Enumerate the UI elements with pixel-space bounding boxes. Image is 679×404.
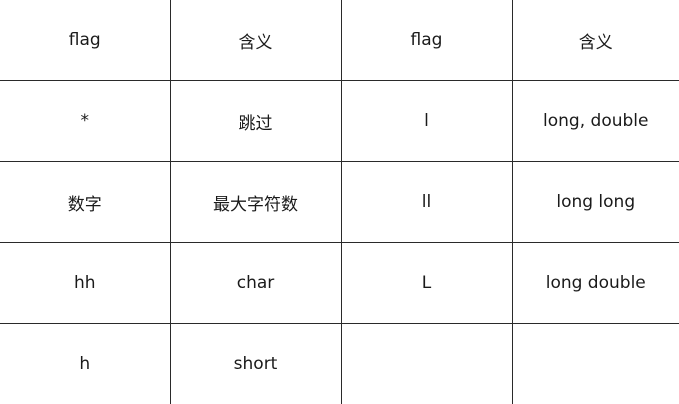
- table-header-row: flag 含义 flag 含义: [0, 0, 679, 81]
- table-row: hh char L long double: [0, 243, 679, 324]
- table-cell-empty: [341, 324, 512, 404]
- flag-table: flag 含义 flag 含义 * 跳过 l long, double 数字 最…: [0, 0, 679, 404]
- table-cell: h: [0, 324, 170, 404]
- table-cell-empty: [512, 324, 679, 404]
- table-cell: hh: [0, 243, 170, 324]
- table-row: * 跳过 l long, double: [0, 81, 679, 162]
- table-cell: short: [170, 324, 341, 404]
- table-cell: 数字: [0, 162, 170, 243]
- table-cell: long, double: [512, 81, 679, 162]
- table-cell: long double: [512, 243, 679, 324]
- table-row: h short: [0, 324, 679, 404]
- table-row: 数字 最大字符数 ll long long: [0, 162, 679, 243]
- table-cell: 最大字符数: [170, 162, 341, 243]
- table-cell: long long: [512, 162, 679, 243]
- table-cell: char: [170, 243, 341, 324]
- header-cell-flag: flag: [341, 0, 512, 81]
- header-cell-meaning: 含义: [512, 0, 679, 81]
- table-cell: 跳过: [170, 81, 341, 162]
- header-cell-meaning: 含义: [170, 0, 341, 81]
- table-cell: L: [341, 243, 512, 324]
- table-cell: ll: [341, 162, 512, 243]
- header-cell-flag: flag: [0, 0, 170, 81]
- table-cell: l: [341, 81, 512, 162]
- table-cell: *: [0, 81, 170, 162]
